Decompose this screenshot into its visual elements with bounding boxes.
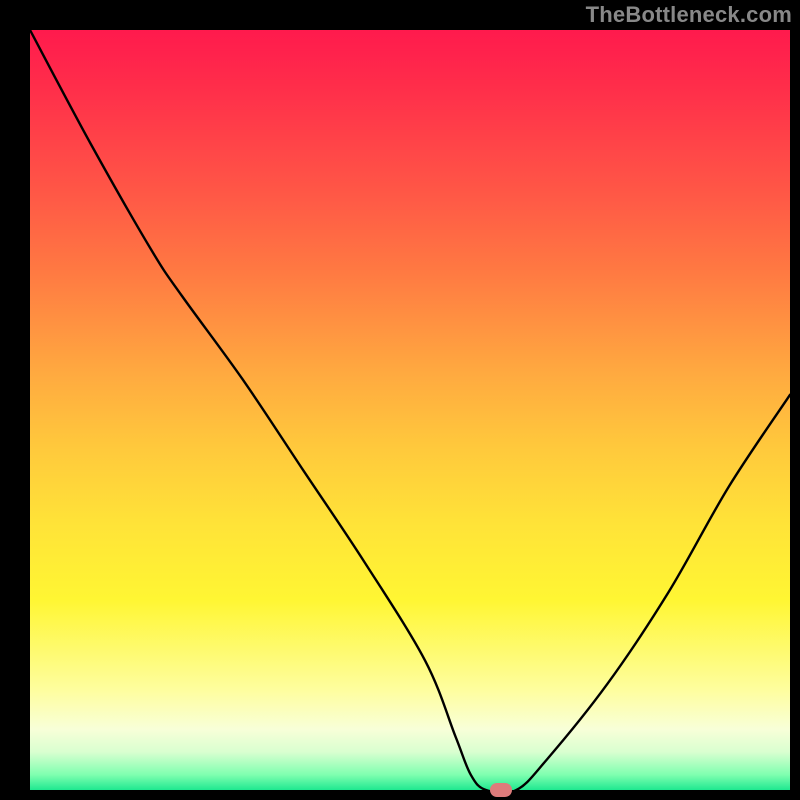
chart-container: TheBottleneck.com [0,0,800,800]
optimal-marker [490,783,512,797]
watermark-label: TheBottleneck.com [586,2,792,28]
plot-area [30,30,790,790]
bottleneck-curve [30,30,790,790]
